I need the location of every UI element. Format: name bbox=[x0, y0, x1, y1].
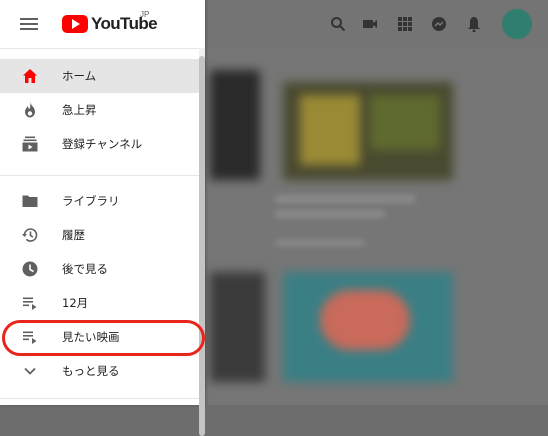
messages-icon[interactable] bbox=[431, 16, 447, 32]
chevron-down-icon bbox=[24, 367, 36, 375]
sidebar-item-label: 履歴 bbox=[62, 228, 85, 242]
playlist-icon bbox=[23, 297, 37, 310]
sidebar-item-label: 登録チャンネル bbox=[62, 137, 143, 151]
playlist-icon bbox=[23, 331, 37, 344]
menu-button[interactable] bbox=[18, 13, 40, 35]
avatar[interactable] bbox=[502, 9, 532, 39]
watch-later-icon bbox=[22, 261, 38, 277]
sidebar-item-home[interactable]: ホーム bbox=[0, 59, 199, 93]
sidebar-item-playlist-12gatsu[interactable]: 12月 bbox=[0, 286, 199, 320]
create-video-icon[interactable] bbox=[362, 16, 378, 32]
apps-icon[interactable] bbox=[397, 16, 413, 32]
sidebar-item-label: 見たい映画 bbox=[62, 330, 120, 344]
side-drawer: YouTube JP ホーム 急上昇 登録チャンネル ライブラリ 履歴 後で見る… bbox=[0, 0, 205, 436]
sidebar-item-playlist-mitai-eiga[interactable]: 見たい映画 bbox=[0, 320, 199, 354]
youtube-play-icon bbox=[62, 15, 88, 33]
sidebar-item-show-more[interactable]: もっと見る bbox=[0, 354, 199, 388]
trending-icon bbox=[25, 102, 35, 118]
search-icon[interactable] bbox=[330, 16, 346, 32]
primary-nav: ホーム 急上昇 登録チャンネル bbox=[0, 59, 199, 161]
sidebar-item-library[interactable]: ライブラリ bbox=[0, 184, 199, 218]
logo-country-code: JP bbox=[140, 10, 150, 19]
sidebar-item-subscriptions[interactable]: 登録チャンネル bbox=[0, 127, 199, 161]
youtube-logo[interactable]: YouTube JP bbox=[62, 10, 158, 36]
sidebar-item-watch-later[interactable]: 後で見る bbox=[0, 252, 199, 286]
divider bbox=[0, 175, 205, 176]
drawer-scrollbar[interactable] bbox=[199, 48, 205, 436]
history-icon bbox=[22, 228, 38, 242]
divider bbox=[0, 398, 205, 399]
library-icon bbox=[22, 195, 38, 207]
sidebar-item-trending[interactable]: 急上昇 bbox=[0, 93, 199, 127]
sidebar-item-label: 後で見る bbox=[62, 262, 108, 276]
sidebar-item-label: 急上昇 bbox=[62, 103, 97, 117]
subscriptions-icon bbox=[22, 136, 38, 152]
notifications-icon[interactable] bbox=[466, 16, 482, 32]
sidebar-item-label: 12月 bbox=[62, 296, 89, 310]
sidebar-item-label: もっと見る bbox=[62, 364, 120, 378]
sidebar-item-label: ライブラリ bbox=[62, 194, 120, 208]
sidebar-item-history[interactable]: 履歴 bbox=[0, 218, 199, 252]
scrollbar-thumb[interactable] bbox=[199, 56, 205, 436]
drawer-header: YouTube JP bbox=[0, 0, 205, 49]
home-icon bbox=[23, 69, 37, 83]
sidebar-item-label: ホーム bbox=[62, 69, 97, 83]
library-nav: ライブラリ 履歴 後で見る 12月 見たい映画 もっと見る bbox=[0, 184, 199, 388]
